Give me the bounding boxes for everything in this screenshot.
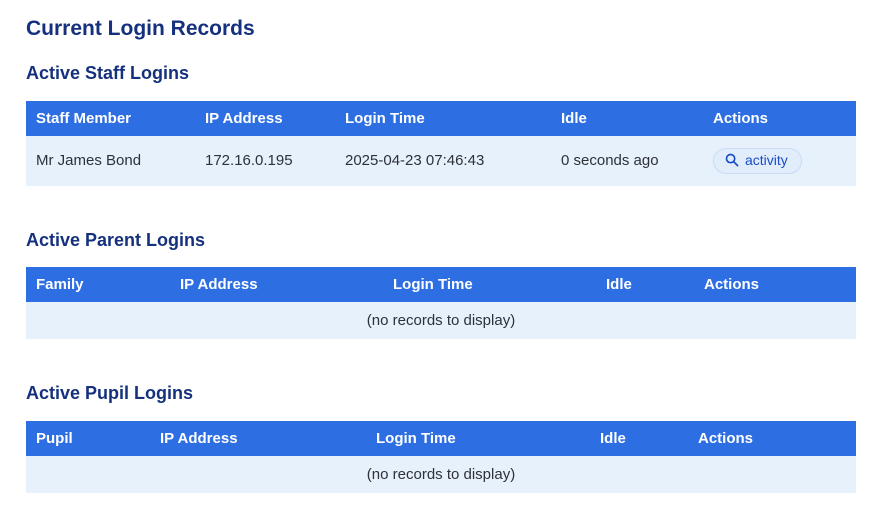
activity-button-label: activity	[745, 152, 788, 169]
pupil-table-header-row: Pupil IP Address Login Time Idle Actions	[26, 421, 856, 456]
activity-button[interactable]: activity	[713, 148, 802, 174]
column-header-actions: Actions	[688, 421, 856, 456]
column-header-login-time: Login Time	[383, 267, 596, 302]
empty-row: (no records to display)	[26, 302, 856, 339]
column-header-staff-member: Staff Member	[26, 101, 195, 136]
column-header-actions: Actions	[694, 267, 856, 302]
parent-logins-table: Family IP Address Login Time Idle Action…	[26, 267, 856, 339]
empty-row: (no records to display)	[26, 456, 856, 493]
parent-table-header-row: Family IP Address Login Time Idle Action…	[26, 267, 856, 302]
column-header-ip-address: IP Address	[170, 267, 383, 302]
actions-cell: activity	[703, 136, 856, 186]
column-header-idle: Idle	[590, 421, 688, 456]
pupil-logins-table: Pupil IP Address Login Time Idle Actions…	[26, 421, 856, 493]
staff-logins-table: Staff Member IP Address Login Time Idle …	[26, 101, 856, 186]
column-header-ip-address: IP Address	[195, 101, 335, 136]
login-time-cell: 2025-04-23 07:46:43	[335, 136, 551, 186]
page-title: Current Login Records	[26, 16, 856, 41]
column-header-idle: Idle	[596, 267, 694, 302]
column-header-login-time: Login Time	[335, 101, 551, 136]
column-header-actions: Actions	[703, 101, 856, 136]
ip-address-cell: 172.16.0.195	[195, 136, 335, 186]
column-header-family: Family	[26, 267, 170, 302]
section-heading-staff: Active Staff Logins	[26, 63, 856, 85]
section-heading-pupil: Active Pupil Logins	[26, 383, 856, 405]
staff-member-cell: Mr James Bond	[26, 136, 195, 186]
column-header-login-time: Login Time	[366, 421, 590, 456]
column-header-pupil: Pupil	[26, 421, 150, 456]
column-header-ip-address: IP Address	[150, 421, 366, 456]
column-header-idle: Idle	[551, 101, 703, 136]
no-records-message: (no records to display)	[26, 456, 856, 493]
no-records-message: (no records to display)	[26, 302, 856, 339]
staff-table-header-row: Staff Member IP Address Login Time Idle …	[26, 101, 856, 136]
search-icon	[725, 153, 739, 167]
section-heading-parent: Active Parent Logins	[26, 230, 856, 252]
idle-cell: 0 seconds ago	[551, 136, 703, 186]
table-row: Mr James Bond 172.16.0.195 2025-04-23 07…	[26, 136, 856, 186]
